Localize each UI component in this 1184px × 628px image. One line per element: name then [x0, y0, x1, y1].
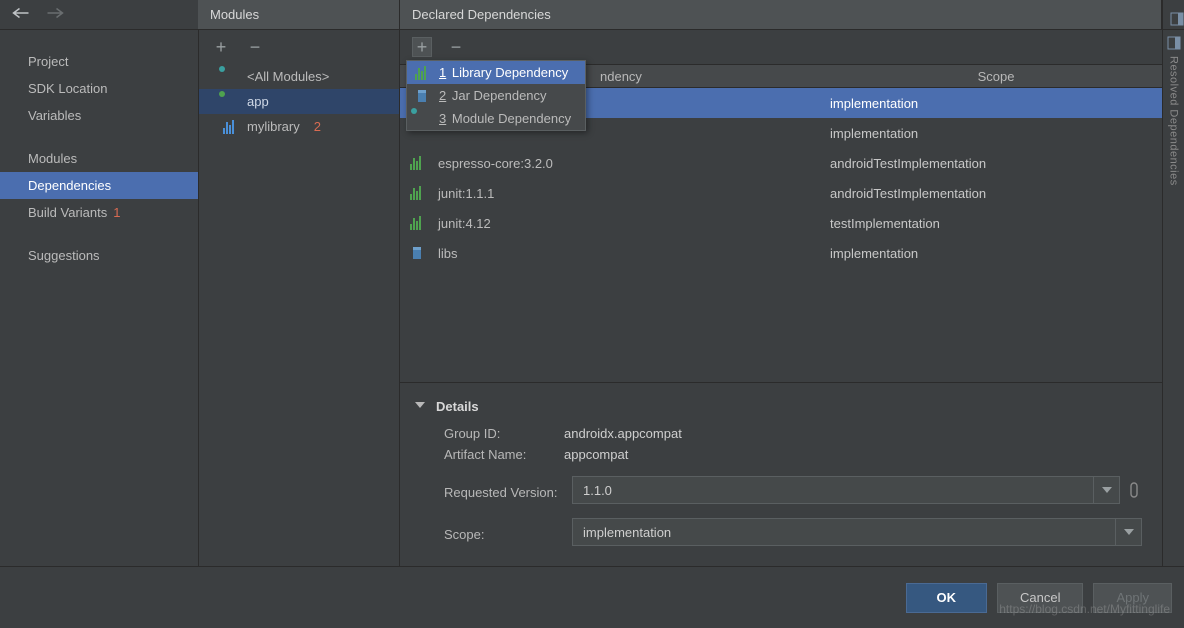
- version-input[interactable]: [573, 483, 1093, 498]
- artifact-label: Artifact Name:: [414, 447, 564, 462]
- apply-button[interactable]: Apply: [1093, 583, 1172, 613]
- bars-icon: [410, 186, 428, 200]
- declared-deps-title: Declared Dependencies: [400, 0, 1162, 29]
- bars-icon: [415, 66, 431, 80]
- scope-combo[interactable]: [572, 518, 1142, 546]
- group-id-value: androidx.appcompat: [564, 426, 682, 441]
- jar-icon: [410, 246, 428, 260]
- sidebar-item-sdk-location[interactable]: SDK Location: [0, 75, 198, 102]
- right-tab-icon[interactable]: [1162, 0, 1184, 29]
- dropdown-arrow-icon[interactable]: [1093, 477, 1119, 503]
- annotation-1: 1: [113, 205, 120, 220]
- version-label: Requested Version:: [414, 481, 564, 500]
- dependencies-column: + − 1 Library Dependency 2 Jar Dependenc…: [400, 30, 1162, 566]
- folder-icon: [223, 70, 239, 84]
- bars-icon: [410, 156, 428, 170]
- dependency-row[interactable]: junit:1.1.1 androidTestImplementation: [400, 178, 1162, 208]
- version-combo[interactable]: [572, 476, 1120, 504]
- annotation-2: 2: [314, 119, 321, 134]
- bars-icon: [410, 216, 428, 230]
- artifact-value: appcompat: [564, 447, 628, 462]
- resolved-deps-tab[interactable]: Resolved Dependencies: [1162, 30, 1184, 566]
- folder-icon: [223, 95, 239, 109]
- add-dependency-menu: 1 Library Dependency 2 Jar Dependency 3 …: [406, 60, 586, 131]
- sidebar-item-modules[interactable]: Modules: [0, 145, 198, 172]
- remove-dependency-button[interactable]: −: [446, 37, 466, 57]
- dependency-row[interactable]: libs implementation: [400, 238, 1162, 268]
- folder-icon: [415, 112, 431, 126]
- sidebar-item-project[interactable]: Project: [0, 48, 198, 75]
- dependency-row[interactable]: junit:4.12 testImplementation: [400, 208, 1162, 238]
- add-module-button[interactable]: +: [211, 37, 231, 57]
- scope-label: Scope:: [414, 523, 564, 542]
- cancel-button[interactable]: Cancel: [997, 583, 1083, 613]
- bars-icon: [223, 120, 239, 134]
- module-mylibrary[interactable]: mylibrary 2: [199, 114, 399, 139]
- modules-column: + − <All Modules> app mylibrary 2: [198, 30, 400, 566]
- modules-panel-title: Modules: [198, 0, 400, 29]
- menu-library-dependency[interactable]: 1 Library Dependency: [407, 61, 585, 84]
- details-title: Details: [436, 399, 479, 414]
- menu-module-dependency[interactable]: 3 Module Dependency: [407, 107, 585, 130]
- details-panel: Details Group ID: androidx.appcompat Art…: [400, 382, 1162, 566]
- sidebar: Project SDK Location Variables Modules D…: [0, 30, 198, 566]
- dropdown-arrow-icon[interactable]: [1115, 519, 1141, 545]
- jar-icon: [415, 89, 431, 103]
- module-app[interactable]: app: [199, 89, 399, 114]
- dialog-footer: OK Cancel Apply: [0, 566, 1184, 628]
- add-dependency-button[interactable]: +: [412, 37, 432, 57]
- sidebar-item-dependencies[interactable]: Dependencies: [0, 172, 198, 199]
- sidebar-item-variables[interactable]: Variables: [0, 102, 198, 129]
- group-id-label: Group ID:: [414, 426, 564, 441]
- nav-back-icon[interactable]: [12, 6, 30, 23]
- module-all-modules[interactable]: <All Modules>: [199, 64, 399, 89]
- ok-button[interactable]: OK: [906, 583, 988, 613]
- attach-icon[interactable]: [1128, 481, 1142, 499]
- dependency-row[interactable]: espresso-core:3.2.0 androidTestImplement…: [400, 148, 1162, 178]
- nav-forward-icon[interactable]: [46, 6, 64, 23]
- sidebar-item-suggestions[interactable]: Suggestions: [0, 242, 198, 269]
- menu-jar-dependency[interactable]: 2 Jar Dependency: [407, 84, 585, 107]
- collapse-icon[interactable]: [414, 399, 426, 414]
- sidebar-item-build-variants[interactable]: Build Variants1: [0, 199, 198, 226]
- scope-input[interactable]: [573, 525, 1115, 540]
- remove-module-button[interactable]: −: [245, 37, 265, 57]
